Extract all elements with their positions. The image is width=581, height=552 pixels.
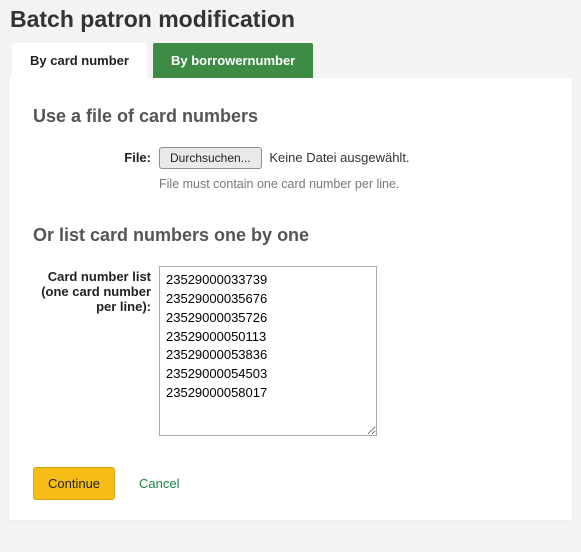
panel: Use a file of card numbers File: Durchsu… bbox=[8, 78, 573, 521]
cancel-link[interactable]: Cancel bbox=[139, 476, 179, 491]
file-hint: File must contain one card number per li… bbox=[159, 177, 548, 191]
tab-bar: By card number By borrowernumber bbox=[8, 43, 573, 78]
heading-use-file: Use a file of card numbers bbox=[33, 106, 548, 127]
card-number-textarea[interactable] bbox=[159, 266, 377, 436]
page-title: Batch patron modification bbox=[10, 6, 573, 33]
browse-button[interactable]: Durchsuchen... bbox=[159, 147, 262, 169]
heading-list: Or list card numbers one by one bbox=[33, 225, 548, 246]
tab-by-card-number[interactable]: By card number bbox=[12, 43, 147, 78]
tab-by-borrowernumber[interactable]: By borrowernumber bbox=[153, 43, 313, 78]
file-status: Keine Datei ausgewählt. bbox=[269, 150, 409, 165]
label-file: File: bbox=[33, 147, 159, 191]
label-card-list: Card number list (one card number per li… bbox=[33, 266, 159, 439]
continue-button[interactable]: Continue bbox=[33, 467, 115, 500]
